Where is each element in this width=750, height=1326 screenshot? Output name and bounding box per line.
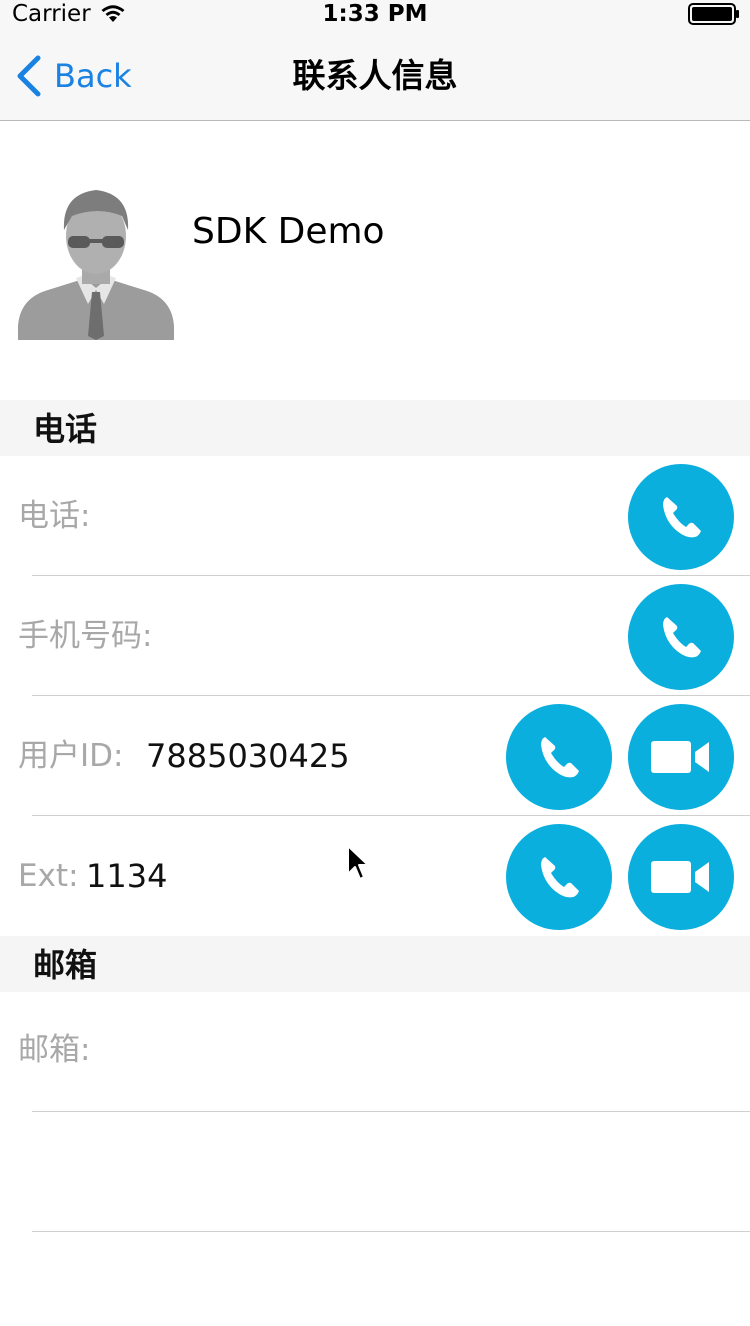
user-id-call-button[interactable] xyxy=(506,704,612,810)
navigation-bar: 联系人信息 Back xyxy=(0,28,750,121)
phone-icon xyxy=(663,497,701,538)
phone-icon xyxy=(541,857,579,898)
section-header-phone: 电话 xyxy=(0,400,750,456)
ext-call-button[interactable] xyxy=(506,824,612,930)
user-id-video-button[interactable] xyxy=(628,704,734,810)
phone-icon xyxy=(541,737,579,778)
mobile-row: 手机号码: xyxy=(0,576,750,696)
ext-video-button[interactable] xyxy=(628,824,734,930)
battery-icon xyxy=(688,3,739,25)
phone-row: 电话: xyxy=(0,456,750,576)
row-divider xyxy=(32,1231,750,1232)
phone-call-button[interactable] xyxy=(628,464,734,570)
back-label: Back xyxy=(54,57,132,95)
video-camera-icon xyxy=(651,861,709,893)
email-label: 邮箱: xyxy=(18,1032,91,1068)
contact-name: SDK Demo xyxy=(192,211,385,252)
mouse-cursor-icon xyxy=(347,845,369,880)
ext-label: Ext: xyxy=(18,858,79,894)
empty-row xyxy=(0,1112,750,1232)
phone-label: 电话: xyxy=(18,498,91,534)
ext-row: Ext: 1134 xyxy=(0,816,750,936)
video-camera-icon xyxy=(651,741,709,773)
user-id-row: 用户ID: 7885030425 xyxy=(0,696,750,816)
mobile-label: 手机号码: xyxy=(18,618,153,654)
mobile-call-button[interactable] xyxy=(628,584,734,690)
chevron-left-icon xyxy=(17,55,41,97)
ext-value: 1134 xyxy=(86,857,168,895)
section-header-email: 邮箱 xyxy=(0,936,750,992)
section-title-email: 邮箱 xyxy=(33,946,98,984)
person-avatar-icon xyxy=(18,190,174,340)
status-time: 1:33 PM xyxy=(322,1,428,27)
phone-icon xyxy=(663,617,701,658)
user-id-value: 7885030425 xyxy=(146,737,350,775)
user-id-label: 用户ID: xyxy=(18,738,124,774)
back-button[interactable]: Back xyxy=(14,52,132,100)
status-bar: Carrier 1:33 PM xyxy=(0,0,750,28)
email-row: 邮箱: xyxy=(0,992,750,1112)
section-title-phone: 电话 xyxy=(33,410,98,448)
